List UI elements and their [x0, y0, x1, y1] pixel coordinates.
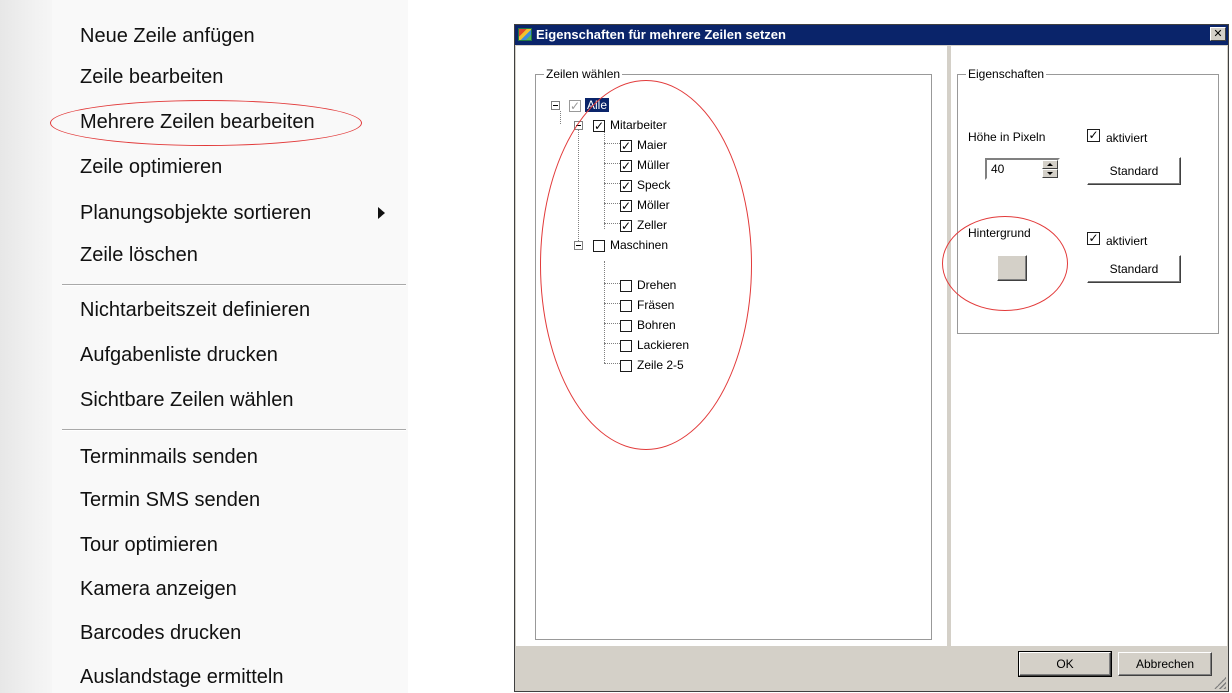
menu-item-zeile-optimieren[interactable]: Zeile optimieren	[80, 155, 222, 179]
menu-separator	[62, 284, 406, 286]
tree-group-label: Zeilen wählen	[544, 67, 623, 81]
menu-item-neue-zeile[interactable]: Neue Zeile anfügen	[80, 24, 255, 48]
collapse-icon[interactable]	[551, 101, 560, 110]
menu-item-zeile-loeschen[interactable]: Zeile löschen	[80, 243, 198, 267]
menu-item-aufgabenliste-drucken[interactable]: Aufgabenliste drucken	[80, 343, 278, 367]
tree-checkbox[interactable]: ✓	[569, 100, 581, 112]
tree-node-label: Maier	[637, 138, 668, 152]
tree-line	[604, 261, 605, 363]
menu-item-planungsobjekte-sortieren[interactable]: Planungsobjekte sortieren	[80, 201, 311, 225]
dialog-title: Eigenschaften für mehrere Zeilen setzen	[536, 27, 786, 42]
menu-item-kamera-anzeigen[interactable]: Kamera anzeigen	[80, 577, 237, 601]
tree-line	[604, 323, 620, 324]
resize-grip-icon[interactable]	[1214, 677, 1226, 689]
dialog-titlebar[interactable]: Eigenschaften für mehrere Zeilen setzen …	[515, 25, 1228, 45]
tree-checkbox[interactable]	[620, 360, 632, 372]
tree-checkbox[interactable]: ✓	[620, 160, 632, 172]
tree-checkbox[interactable]	[593, 240, 605, 252]
collapse-icon[interactable]	[574, 241, 583, 250]
background-active-label: aktiviert	[1106, 234, 1148, 248]
tree-line	[604, 121, 605, 229]
spin-down-icon[interactable]	[1042, 169, 1058, 178]
tree-line	[604, 363, 620, 364]
tree-checkbox[interactable]	[620, 340, 632, 352]
menu-item-sichtbare-zeilen[interactable]: Sichtbare Zeilen wählen	[80, 388, 293, 412]
background-standard-button[interactable]: Standard	[1087, 255, 1181, 283]
tree-panel: Zeilen wählen ✓ Alle ✓ Mitarbeiter ✓ Mai…	[516, 46, 947, 646]
height-active-checkbox[interactable]: ✓	[1087, 129, 1100, 142]
menu-item-termin-sms[interactable]: Termin SMS senden	[80, 488, 260, 512]
tree-line	[604, 223, 620, 224]
tree-checkbox[interactable]	[620, 280, 632, 292]
tree-node-label: Maschinen	[610, 238, 669, 252]
properties-groupbox: Eigenschaften Höhe in Pixeln ✓ aktiviert…	[942, 67, 1219, 334]
menu-item-nichtarbeitszeit[interactable]: Nichtarbeitszeit definieren	[80, 298, 310, 322]
tree-line	[578, 121, 579, 245]
properties-group-label: Eigenschaften	[966, 67, 1047, 81]
background-active-checkbox[interactable]: ✓	[1087, 232, 1100, 245]
menu-item-auslandstage[interactable]: Auslandstage ermitteln	[80, 665, 283, 689]
tree-node-label: Lackieren	[637, 338, 690, 352]
tree-node-label: Fräsen	[637, 298, 675, 312]
menu-icon-column	[0, 0, 52, 693]
height-label: Höhe in Pixeln	[968, 130, 1046, 144]
tree-node-label: Zeile 2-5	[637, 358, 684, 372]
close-button[interactable]: ✕	[1210, 27, 1226, 41]
tree-node-label: Mitarbeiter	[610, 118, 667, 132]
height-standard-button[interactable]: Standard	[1087, 157, 1181, 185]
tree-checkbox[interactable]: ✓	[620, 140, 632, 152]
tree-checkbox[interactable]: ✓	[620, 180, 632, 192]
properties-dialog: Eigenschaften für mehrere Zeilen setzen …	[514, 24, 1229, 692]
tree-line	[604, 163, 620, 164]
height-active-label: aktiviert	[1106, 131, 1148, 145]
app-icon	[518, 28, 532, 41]
context-menu: Neue Zeile anfügen Zeile bearbeiten Mehr…	[0, 0, 408, 693]
menu-item-zeile-bearbeiten[interactable]: Zeile bearbeiten	[80, 65, 223, 89]
spinner-buttons	[1042, 160, 1058, 178]
tree-checkbox[interactable]	[620, 320, 632, 332]
properties-panel: Eigenschaften Höhe in Pixeln ✓ aktiviert…	[942, 46, 1227, 646]
height-value: 40	[991, 162, 1005, 176]
collapse-icon[interactable]	[574, 121, 583, 130]
tree-line	[604, 143, 620, 144]
tree-groupbox: Zeilen wählen ✓ Alle ✓ Mitarbeiter ✓ Mai…	[535, 67, 932, 640]
menu-item-tour-optimieren[interactable]: Tour optimieren	[80, 533, 218, 557]
tree-node-label: Alle	[585, 98, 610, 112]
tree-line	[604, 203, 620, 204]
tree-node-label: Zeller	[637, 218, 668, 232]
menu-item-terminmails-senden[interactable]: Terminmails senden	[80, 445, 258, 469]
menu-item-mehrere-zeilen-bearbeiten[interactable]: Mehrere Zeilen bearbeiten	[80, 110, 315, 134]
tree-checkbox[interactable]: ✓	[620, 220, 632, 232]
tree-line	[560, 111, 561, 124]
tree-line	[604, 303, 620, 304]
menu-separator	[62, 429, 406, 431]
cancel-button[interactable]: Abbrechen	[1118, 652, 1212, 676]
background-color-button[interactable]	[997, 255, 1027, 281]
tree-node-label: Möller	[637, 198, 670, 212]
tree-line	[604, 343, 620, 344]
tree-line	[604, 183, 620, 184]
tree-line	[604, 283, 620, 284]
ok-button[interactable]: OK	[1018, 651, 1112, 677]
menu-item-barcodes-drucken[interactable]: Barcodes drucken	[80, 621, 241, 645]
height-spinner[interactable]: 40	[985, 158, 1060, 180]
submenu-arrow-icon	[378, 207, 385, 219]
tree-node-label: Bohren	[637, 318, 676, 332]
background-label: Hintergrund	[968, 226, 1031, 240]
tree-checkbox[interactable]: ✓	[593, 120, 605, 132]
spin-up-icon[interactable]	[1042, 160, 1058, 169]
tree-node-label: Speck	[637, 178, 671, 192]
tree-checkbox[interactable]: ✓	[620, 200, 632, 212]
tree-node-label: Müller	[637, 158, 670, 172]
tree-checkbox[interactable]	[620, 300, 632, 312]
tree-node-label: Drehen	[637, 278, 677, 292]
